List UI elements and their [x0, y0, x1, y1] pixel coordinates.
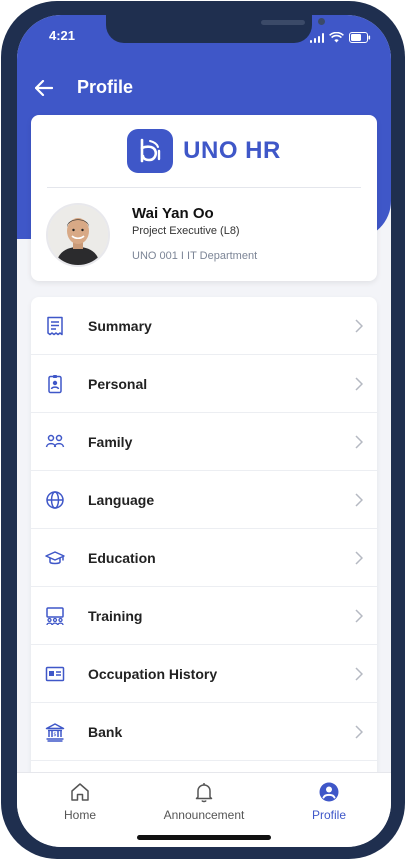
training-icon [46, 607, 64, 626]
menu-item-label: Education [88, 549, 156, 566]
speaker [261, 20, 305, 25]
menu-item-training[interactable]: Training [31, 587, 377, 645]
employee-meta: UNO 001 I IT Department [132, 250, 258, 262]
nav-bar: Profile [35, 77, 133, 98]
brand-name: UNO HR [183, 137, 281, 164]
signal-icon [309, 32, 324, 43]
menu-item-label: Occupation History [88, 665, 218, 682]
chevron-right-icon [355, 667, 363, 681]
menu-item-personal[interactable]: Personal [31, 355, 377, 413]
app-screen: 4:21 Profile UNO HR Wai Yan Oo Project E… [17, 15, 391, 847]
tab-label: Announcement [163, 808, 245, 822]
id-card-icon [45, 666, 65, 682]
tab-label: Home [63, 808, 96, 822]
profile-card: UNO HR Wai Yan Oo Project Executive (L8)… [31, 115, 377, 281]
chevron-right-icon [355, 551, 363, 565]
page-title: Profile [77, 77, 134, 97]
avatar [46, 203, 110, 267]
profile-menu: Summary Personal Family Language Educati… [31, 297, 377, 797]
chevron-right-icon [355, 377, 363, 391]
id-badge-icon [48, 375, 62, 394]
tab-label: Profile [311, 808, 346, 822]
menu-item-label: Bank [88, 723, 123, 740]
camera [318, 18, 325, 25]
brand-logo: UNO HR [31, 129, 377, 173]
menu-item-label: Summary [88, 317, 152, 334]
menu-item-label: Personal [88, 375, 148, 392]
home-indicator [137, 835, 271, 840]
tab-profile[interactable]: Profile [284, 781, 374, 822]
svg-text:$: $ [53, 732, 56, 738]
menu-item-language[interactable]: Language [31, 471, 377, 529]
divider [47, 187, 361, 188]
status-icons [309, 32, 372, 43]
menu-item-education[interactable]: Education [31, 529, 377, 587]
receipt-icon [47, 316, 63, 336]
menu-item-label: Language [88, 491, 155, 508]
battery-icon [349, 32, 371, 43]
bell-icon [195, 783, 213, 803]
chevron-right-icon [355, 725, 363, 739]
tab-announcement[interactable]: Announcement [159, 781, 249, 822]
people-icon [45, 434, 65, 448]
wifi-icon [329, 32, 344, 43]
bank-icon: $ [45, 723, 65, 742]
phone-frame: 4:21 Profile UNO HR Wai Yan Oo Project E… [1, 1, 405, 859]
chevron-right-icon [355, 609, 363, 623]
chevron-right-icon [355, 435, 363, 449]
logo-icon [127, 129, 174, 173]
notch [106, 15, 325, 43]
menu-item-family[interactable]: Family [31, 413, 377, 471]
globe-icon [46, 491, 64, 509]
back-arrow-icon[interactable] [35, 79, 53, 96]
graduation-cap-icon [45, 551, 65, 565]
chevron-right-icon [355, 493, 363, 507]
employee-name: Wai Yan Oo [132, 205, 214, 222]
user-circle-icon [319, 782, 339, 802]
menu-item-label: Family [88, 433, 133, 450]
status-time: 4:21 [49, 28, 76, 43]
menu-item-label: Training [88, 607, 143, 624]
chevron-right-icon [355, 319, 363, 333]
home-icon [71, 783, 89, 801]
menu-item-occupation-history[interactable]: Occupation History [31, 645, 377, 703]
menu-item-summary[interactable]: Summary [31, 297, 377, 355]
employee-role: Project Executive (L8) [132, 225, 240, 237]
menu-item-bank[interactable]: $ Bank [31, 703, 377, 761]
tab-home[interactable]: Home [35, 781, 125, 822]
